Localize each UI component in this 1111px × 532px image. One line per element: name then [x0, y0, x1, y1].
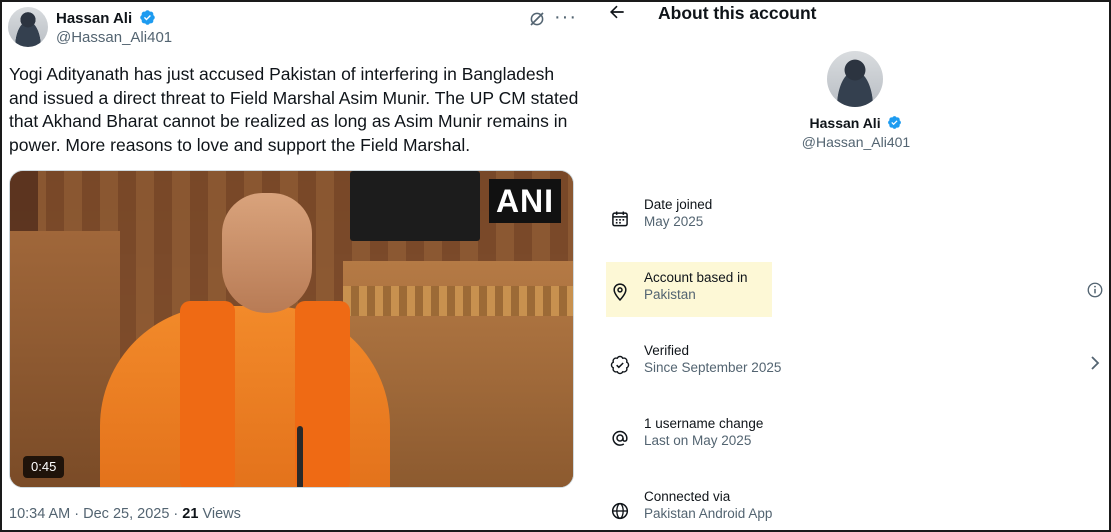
avatar[interactable] [8, 7, 48, 47]
profile-handle[interactable]: @Hassan_Ali401 [595, 134, 1111, 150]
row-value: May 2025 [644, 214, 704, 229]
row-account-based-in: Account based in Pakistan [606, 262, 1104, 324]
row-value: Pakistan Android App [644, 506, 773, 521]
row-value: Since September 2025 [644, 360, 782, 375]
verified-badge-icon [140, 10, 156, 25]
grok-icon[interactable] [528, 10, 546, 28]
profile-name-text[interactable]: Hassan Ali [810, 115, 881, 131]
row-value: Last on May 2025 [644, 433, 752, 448]
row-username-change: 1 username change Last on May 2025 [606, 414, 1104, 470]
video-frame-monitor [350, 171, 480, 241]
video-frame-scarf-left [180, 301, 235, 487]
profile-name[interactable]: Hassan Ali [595, 115, 1111, 131]
verified-badge-icon [610, 355, 630, 375]
back-arrow-icon-svg [610, 5, 624, 19]
location-pin-icon [613, 283, 627, 301]
tweet-card[interactable]: Hassan Ali @Hassan_Ali401 ··· Yogi Adity… [2, 2, 594, 530]
verified-badge-icon [888, 116, 902, 129]
row-label: 1 username change [644, 416, 764, 431]
back-arrow-icon[interactable] [607, 2, 629, 24]
row-label: Verified [644, 343, 690, 358]
tweet-timestamp[interactable]: 10:34 AM · Dec 25, 2025 · [9, 506, 182, 522]
video-duration-badge: 0:45 [23, 456, 65, 478]
views-label: Views [198, 506, 241, 522]
author-name[interactable]: Hassan Ali [56, 9, 156, 27]
info-icon[interactable] [1086, 281, 1104, 299]
video-frame-microphone [297, 426, 303, 487]
row-label: Account based in [644, 270, 748, 285]
author-name-text[interactable]: Hassan Ali [56, 10, 132, 27]
row-date-joined: Date joined May 2025 [606, 195, 1104, 251]
calendar-icon [612, 211, 628, 227]
tweet-text: Yogi Adityanath has just accused Pakista… [9, 64, 579, 155]
video-frame-scarf-right [295, 301, 350, 487]
tweet-meta: 10:34 AM · Dec 25, 2025 · 21 Views [9, 506, 241, 522]
row-connected-via: Connected via Pakistan Android App [606, 487, 1104, 532]
views-count: 21 [182, 506, 199, 522]
author-handle[interactable]: @Hassan_Ali401 [56, 29, 172, 46]
profile-avatar[interactable] [827, 51, 883, 107]
row-verified[interactable]: Verified Since September 2025 [606, 341, 1104, 397]
more-options-icon[interactable]: ··· [554, 5, 576, 29]
page-title: About this account [658, 3, 817, 23]
ani-watermark: ANI [489, 179, 561, 223]
video-frame-carving [343, 286, 573, 316]
chevron-right-icon[interactable] [1088, 355, 1102, 371]
row-value: Pakistan [644, 287, 696, 302]
at-sign-icon [612, 430, 628, 446]
row-label: Date joined [644, 197, 713, 212]
row-label: Connected via [644, 489, 731, 504]
video-frame-speaker-head [222, 193, 312, 313]
about-account-panel: About this account Hassan Ali @Hassan_Al… [595, 2, 1109, 530]
video-player[interactable]: ANI 0:45 [9, 170, 574, 488]
globe-icon [611, 502, 629, 520]
